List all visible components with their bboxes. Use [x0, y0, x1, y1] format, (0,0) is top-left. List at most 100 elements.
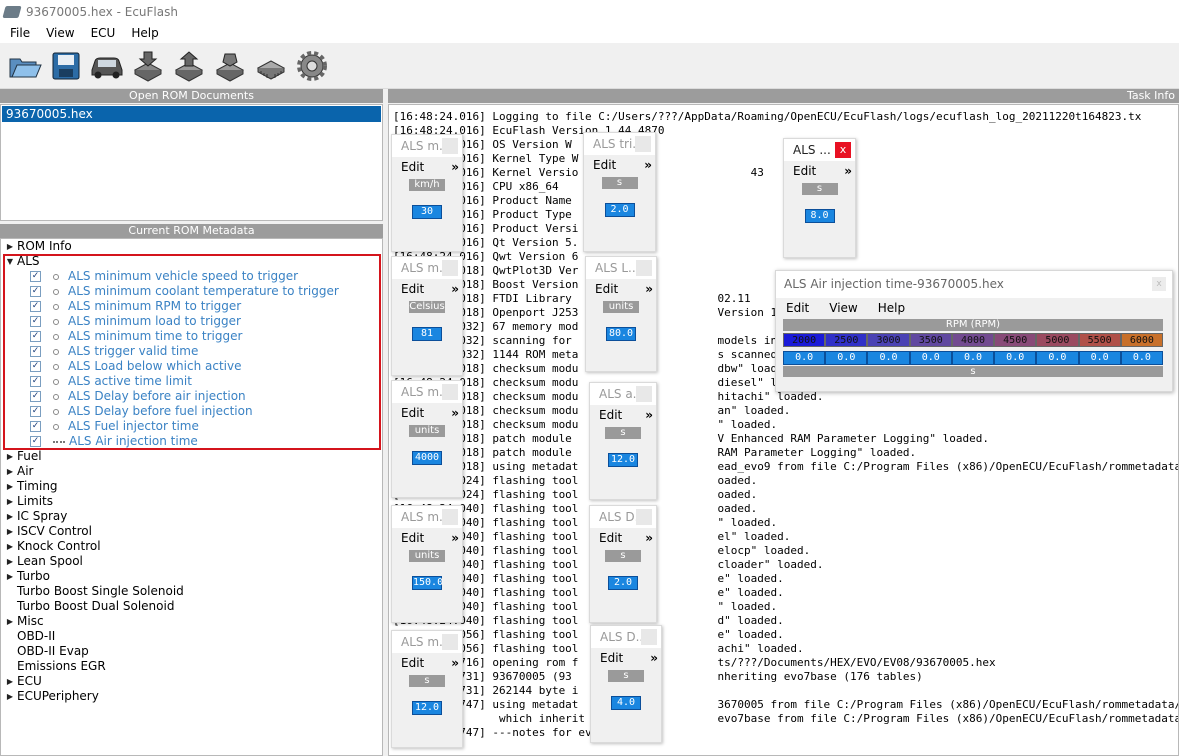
- edit-menu[interactable]: Edit: [599, 531, 622, 545]
- edit-menu[interactable]: Edit: [600, 651, 623, 665]
- tree-item-als-child[interactable]: ✓ ALS Delay before air injection: [1, 389, 382, 404]
- more-chevron-icon[interactable]: »: [650, 648, 658, 668]
- tree-item-category[interactable]: Emissions EGR: [1, 659, 382, 674]
- value-cell[interactable]: 0.0: [867, 351, 910, 365]
- expand-arrow-icon[interactable]: ▶: [4, 554, 16, 569]
- close-icon[interactable]: [635, 136, 651, 152]
- menu-ecu[interactable]: ECU: [81, 26, 122, 40]
- value-cell[interactable]: 0.0: [951, 351, 995, 365]
- open-folder-icon[interactable]: [6, 47, 44, 85]
- close-icon[interactable]: [636, 509, 652, 525]
- rpm-axis-cell[interactable]: 2000: [783, 333, 826, 347]
- close-icon[interactable]: [442, 634, 458, 650]
- tree-item-als-child[interactable]: ✓ ALS Fuel injector time: [1, 419, 382, 434]
- air-injection-window[interactable]: ALS Air injection time-93670005.hex x Ed…: [775, 270, 1173, 392]
- more-chevron-icon[interactable]: »: [844, 161, 852, 181]
- expand-arrow-icon[interactable]: ▶: [4, 494, 16, 509]
- tree-item-category[interactable]: OBD-II: [1, 629, 382, 644]
- rpm-axis-cell[interactable]: 6000: [1120, 333, 1163, 347]
- table-window[interactable]: ALS D... Edit » s 4.0: [590, 625, 662, 743]
- tree-item-category[interactable]: Turbo Boost Single Solenoid: [1, 584, 382, 599]
- rpm-axis-cell[interactable]: 4000: [951, 333, 995, 347]
- tree-item-rom-info[interactable]: ▶ ROM Info: [1, 239, 382, 254]
- tree-item-category[interactable]: ▶ ECUPeriphery: [1, 689, 382, 704]
- tree-item-category[interactable]: Turbo Boost Dual Solenoid: [1, 599, 382, 614]
- tree-item-als-child[interactable]: ✓ ALS trigger valid time: [1, 344, 382, 359]
- close-icon[interactable]: [636, 260, 652, 276]
- air-injection-menu-edit[interactable]: Edit: [776, 301, 819, 315]
- ecu-read-icon[interactable]: [129, 47, 167, 85]
- close-icon[interactable]: [636, 386, 652, 402]
- close-icon[interactable]: x: [1152, 277, 1166, 291]
- value-cell[interactable]: 81: [412, 327, 442, 341]
- expand-arrow-icon[interactable]: ▶: [4, 479, 16, 494]
- edit-menu[interactable]: Edit: [593, 158, 616, 172]
- tree-item-category[interactable]: OBD-II Evap: [1, 644, 382, 659]
- air-injection-menu-view[interactable]: View: [819, 301, 867, 315]
- value-cell[interactable]: 12.0: [608, 453, 638, 467]
- close-icon[interactable]: [442, 138, 458, 154]
- table-window[interactable]: ALS m... Edit » units 150.0: [391, 505, 463, 623]
- more-chevron-icon[interactable]: »: [451, 528, 459, 548]
- gear-icon[interactable]: [293, 47, 331, 85]
- tree-item-category[interactable]: ▶ Fuel: [1, 449, 382, 464]
- chip-icon[interactable]: [252, 47, 290, 85]
- checkbox-checked-icon[interactable]: ✓: [30, 406, 41, 417]
- tree-item-als-child[interactable]: ✓ ALS minimum load to trigger: [1, 314, 382, 329]
- table-window[interactable]: ALS m... Edit » s 12.0: [391, 630, 463, 748]
- checkbox-checked-icon[interactable]: ✓: [30, 436, 41, 447]
- more-chevron-icon[interactable]: »: [645, 405, 653, 425]
- close-icon[interactable]: x: [835, 142, 851, 158]
- checkbox-checked-icon[interactable]: ✓: [30, 331, 41, 342]
- tree-item-als-child[interactable]: ✓ ALS active time limit: [1, 374, 382, 389]
- table-window[interactable]: ALS D... Edit » s 2.0: [589, 505, 657, 623]
- expand-arrow-icon[interactable]: ▶: [4, 449, 16, 464]
- rpm-axis-cell[interactable]: 2500: [825, 333, 868, 347]
- checkbox-checked-icon[interactable]: ✓: [30, 391, 41, 402]
- value-cell[interactable]: 0.0: [1120, 351, 1163, 365]
- rpm-axis-cell[interactable]: 3500: [909, 333, 952, 347]
- more-chevron-icon[interactable]: »: [645, 528, 653, 548]
- tree-item-als-child[interactable]: ✓ ALS minimum time to trigger: [1, 329, 382, 344]
- value-cell[interactable]: 12.0: [412, 701, 442, 715]
- table-window[interactable]: ALS m... Edit » units 4000: [391, 380, 463, 498]
- value-cell[interactable]: 0.0: [825, 351, 868, 365]
- edit-menu[interactable]: Edit: [401, 160, 424, 174]
- expand-arrow-icon[interactable]: ▶: [4, 539, 16, 554]
- tree-item-category[interactable]: ▶ IC Spray: [1, 509, 382, 524]
- close-icon[interactable]: [442, 509, 458, 525]
- table-window[interactable]: ALS m... Edit » Celsius 81: [391, 256, 463, 376]
- value-cell[interactable]: 30: [412, 205, 442, 219]
- tree-item-category[interactable]: ▶ ISCV Control: [1, 524, 382, 539]
- open-rom-item[interactable]: 93670005.hex: [2, 106, 381, 122]
- edit-menu[interactable]: Edit: [401, 531, 424, 545]
- tree-item-als[interactable]: ▼ ALS: [1, 254, 382, 269]
- edit-menu[interactable]: Edit: [401, 406, 424, 420]
- car-icon[interactable]: [88, 47, 126, 85]
- table-window[interactable]: ALS m... Edit » km/h 30: [391, 134, 463, 252]
- close-icon[interactable]: [641, 629, 657, 645]
- tree-item-category[interactable]: ▶ Misc: [1, 614, 382, 629]
- more-chevron-icon[interactable]: »: [644, 155, 652, 175]
- value-cell[interactable]: 0.0: [1078, 351, 1121, 365]
- rpm-axis-cell[interactable]: 5000: [1036, 333, 1079, 347]
- expand-arrow-icon[interactable]: ▶: [4, 524, 16, 539]
- value-cell[interactable]: 2.0: [604, 203, 635, 217]
- expand-arrow-icon[interactable]: ▶: [4, 239, 16, 254]
- tree-item-category[interactable]: ▶ Air: [1, 464, 382, 479]
- close-icon[interactable]: [442, 260, 458, 276]
- table-window[interactable]: ALS ... x Edit » s 8.0: [783, 138, 856, 258]
- table-window[interactable]: ALS L... Edit » units 80.0: [585, 256, 657, 372]
- value-cell[interactable]: 2.0: [608, 576, 638, 590]
- menu-help[interactable]: Help: [121, 26, 164, 40]
- value-cell[interactable]: 150.0: [412, 576, 443, 590]
- tree-item-als-child[interactable]: ✓ ALS minimum vehicle speed to trigger: [1, 269, 382, 284]
- collapse-arrow-icon[interactable]: ▼: [4, 254, 16, 269]
- edit-menu[interactable]: Edit: [793, 164, 816, 178]
- more-chevron-icon[interactable]: »: [451, 403, 459, 423]
- checkbox-checked-icon[interactable]: ✓: [30, 286, 41, 297]
- close-icon[interactable]: [442, 384, 458, 400]
- expand-arrow-icon[interactable]: ▶: [4, 614, 16, 629]
- value-cell[interactable]: 0.0: [909, 351, 952, 365]
- expand-arrow-icon[interactable]: ▶: [4, 569, 16, 584]
